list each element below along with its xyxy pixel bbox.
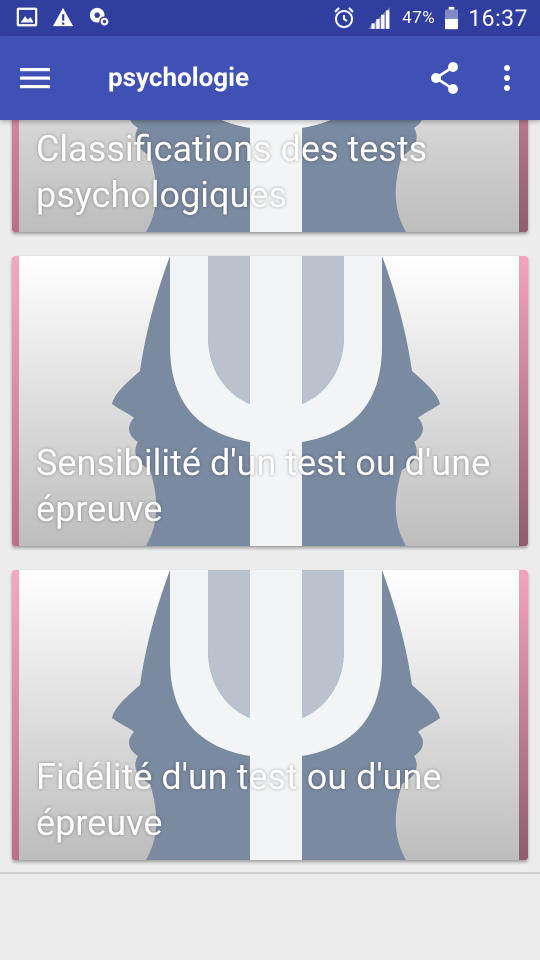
- more-options-icon[interactable]: [496, 60, 518, 96]
- app-bar: psychologie: [0, 36, 540, 120]
- card-sensibilite[interactable]: Sensibilité d'un test ou d'une épreuve: [12, 256, 528, 546]
- card-accent-right: [519, 256, 528, 546]
- status-bar: 47% 16:37: [0, 0, 540, 36]
- app-title: psychologie: [108, 63, 250, 93]
- card-accent-left: [12, 120, 19, 232]
- image-icon: [16, 7, 38, 27]
- card-title: Classifications des tests psychologiques: [36, 128, 428, 216]
- card-accent-right: [519, 120, 528, 232]
- alarm-icon: [334, 7, 354, 28]
- card-accent-right: [519, 570, 528, 860]
- location-settings-icon: [89, 7, 110, 27]
- list-bottom-divider: [0, 872, 540, 874]
- card-list[interactable]: Classifications des tests psychologiques…: [0, 120, 540, 872]
- signal-icon: [368, 7, 390, 29]
- battery-icon: [445, 6, 459, 30]
- card-accent-left: [12, 256, 19, 546]
- notification-icons: [16, 6, 110, 28]
- card-accent-left: [12, 570, 19, 860]
- menu-icon[interactable]: [20, 64, 52, 92]
- clock: 16:37: [468, 4, 528, 32]
- card-classifications[interactable]: Classifications des tests psychologiques: [12, 120, 528, 232]
- card-title: Sensibilité d'un test ou d'une épreuve: [36, 442, 491, 530]
- card-title: Fidélité d'un test ou d'une épreuve: [36, 756, 442, 844]
- system-indicators: 47% 16:37: [332, 2, 528, 34]
- battery-percentage: 47%: [402, 8, 436, 28]
- card-fidelite[interactable]: Fidélité d'un test ou d'une épreuve: [12, 570, 528, 860]
- share-icon[interactable]: [428, 60, 462, 96]
- warning-icon: [52, 7, 74, 27]
